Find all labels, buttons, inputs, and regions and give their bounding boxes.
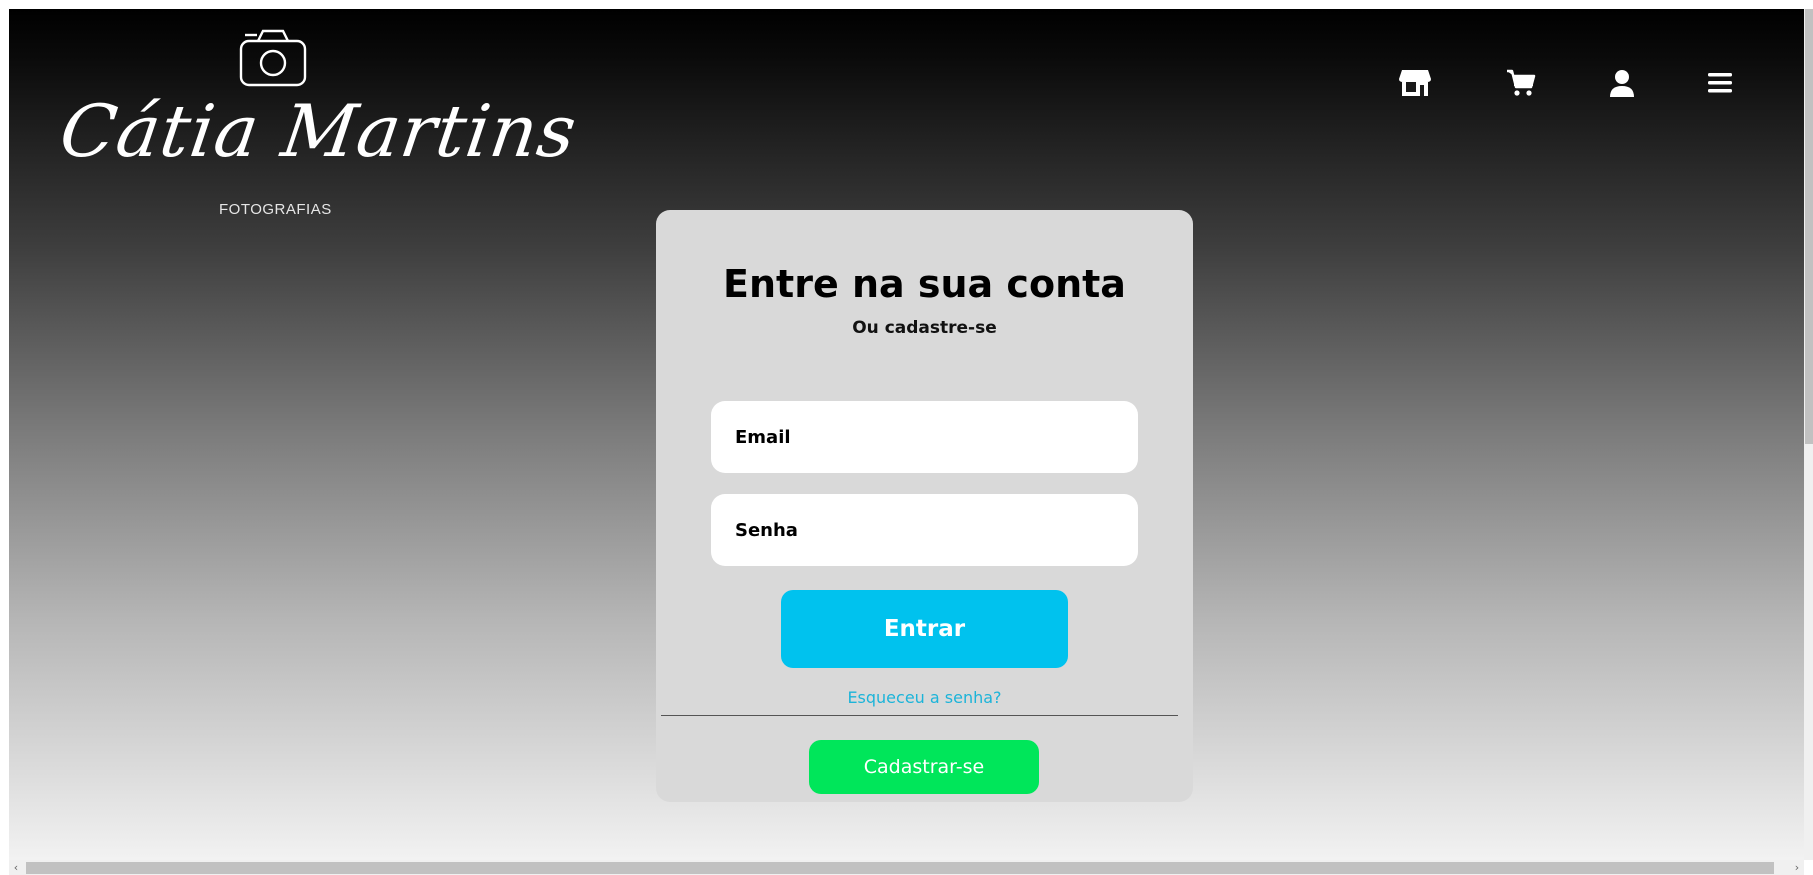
cart-icon[interactable]: [1501, 63, 1541, 103]
password-field[interactable]: Senha: [711, 494, 1138, 566]
logo-script-text: Cátia Martins: [55, 89, 583, 173]
page-viewport: Cátia Martins FOTOGRAFIAS Entre na sua c…: [9, 9, 1804, 860]
user-icon[interactable]: [1602, 63, 1642, 103]
forgot-password-link[interactable]: Esqueceu a senha?: [656, 688, 1193, 707]
horizontal-scrollbar[interactable]: ‹ ›: [9, 860, 1804, 875]
login-card: Entre na sua conta Ou cadastre-se Email …: [656, 210, 1193, 802]
email-field[interactable]: Email: [711, 401, 1138, 473]
horizontal-scrollbar-thumb[interactable]: [26, 862, 1774, 874]
register-button[interactable]: Cadastrar-se: [809, 740, 1039, 794]
login-subtitle: Ou cadastre-se: [852, 318, 997, 338]
menu-icon[interactable]: [1700, 63, 1740, 103]
login-title: Entre na sua conta: [723, 262, 1126, 306]
site-logo[interactable]: Cátia Martins FOTOGRAFIAS: [55, 23, 582, 223]
divider: [661, 715, 1178, 716]
vertical-scrollbar[interactable]: [1804, 9, 1813, 860]
header-nav: [1395, 63, 1765, 103]
email-label: Email: [735, 426, 791, 448]
login-button[interactable]: Entrar: [781, 590, 1068, 668]
store-icon[interactable]: [1395, 63, 1435, 103]
password-label: Senha: [735, 519, 798, 541]
camera-icon: [239, 29, 307, 87]
scroll-left-icon[interactable]: ‹: [9, 860, 23, 875]
scroll-right-icon[interactable]: ›: [1790, 860, 1804, 875]
logo-subtitle: FOTOGRAFIAS: [219, 201, 332, 218]
vertical-scrollbar-thumb[interactable]: [1805, 9, 1813, 444]
